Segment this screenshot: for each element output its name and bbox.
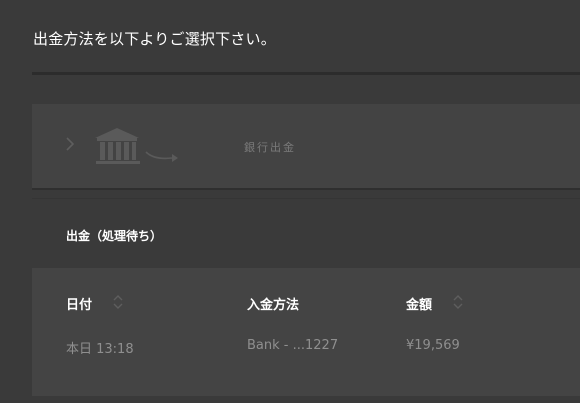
pending-header: 出金（処理待ち）	[32, 198, 580, 269]
withdrawal-method-bank[interactable]: 銀行出金	[32, 104, 580, 190]
cell-date: 本日 13:18	[66, 342, 134, 357]
pending-title: 出金（処理待ち）	[66, 229, 163, 243]
page-title: 出金方法を以下よりご選択下さい。	[33, 30, 276, 48]
column-header-amount[interactable]: 金額	[406, 294, 432, 313]
bank-icon	[95, 128, 178, 164]
method-label: 銀行出金	[244, 141, 296, 154]
sort-icon[interactable]	[112, 292, 124, 312]
column-header-date[interactable]: 日付	[66, 294, 92, 313]
chevron-right-icon	[66, 137, 75, 151]
pending-table: 日付 入金方法 金額 本日 13:18 Bank - ...1227 ¥19,5…	[32, 268, 580, 396]
cell-amount: ¥19,569	[406, 338, 460, 353]
pending-withdrawals-panel: 出金（処理待ち） 日付 入金方法 金額 本日 13:18 Bank - ...1…	[32, 198, 580, 396]
sort-icon[interactable]	[452, 292, 464, 312]
column-header-method: 入金方法	[247, 298, 300, 313]
divider	[32, 72, 580, 75]
cell-method: Bank - ...1227	[247, 338, 339, 353]
